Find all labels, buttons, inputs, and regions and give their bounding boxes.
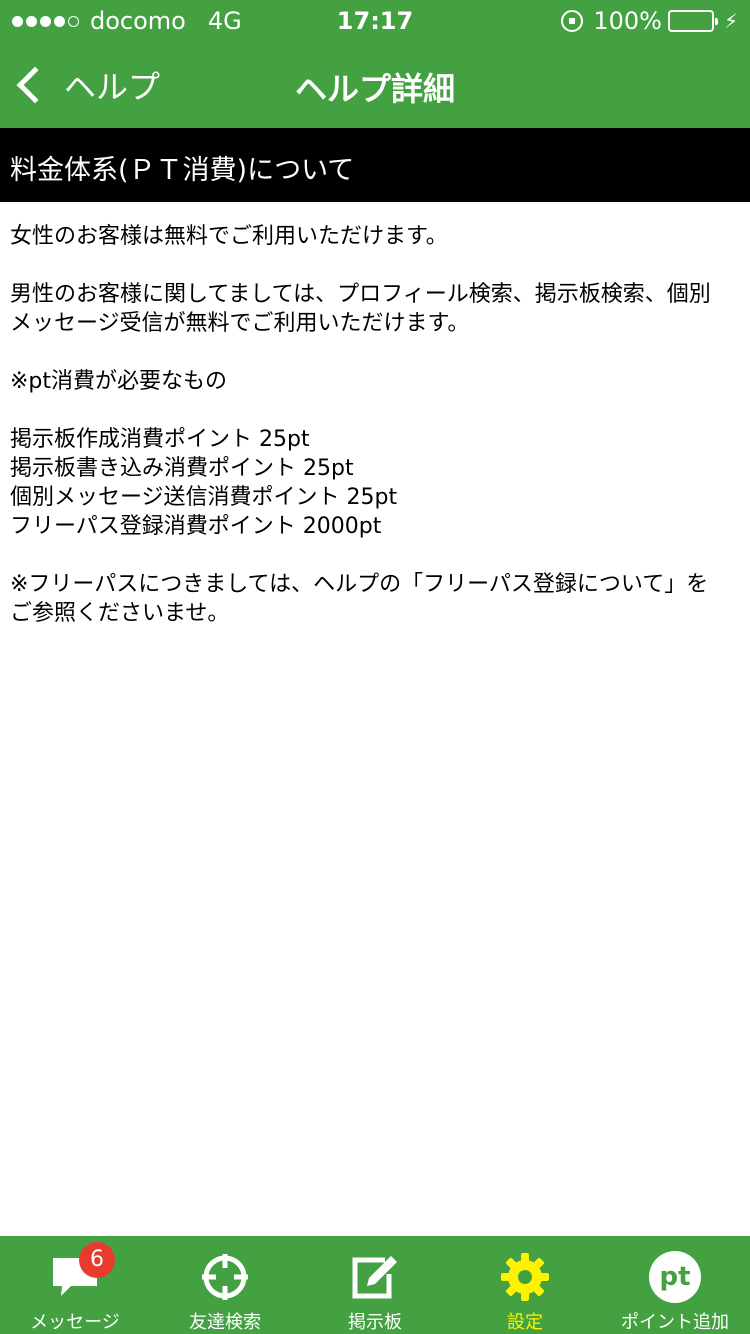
tab-friend-search[interactable]: 友達検索 <box>150 1236 300 1334</box>
section-header: 料金体系(ＰＴ消費)について <box>0 128 750 202</box>
tab-label: ポイント追加 <box>621 1312 729 1333</box>
page-title: ヘルプ詳細 <box>294 70 455 108</box>
rotation-lock-icon <box>561 10 584 32</box>
content-spacer <box>10 541 740 570</box>
tab-message[interactable]: 6 メッセージ <box>0 1236 150 1334</box>
charging-icon: ⚡ <box>723 9 738 33</box>
crosshair-icon <box>195 1248 255 1306</box>
content-spacer <box>10 396 740 425</box>
content-spacer <box>10 251 740 280</box>
unread-badge: 6 <box>79 1242 115 1278</box>
content-line: メッセージ受信が無料でご利用いただけます。 <box>10 311 470 336</box>
pt-icon-text: pt <box>649 1251 701 1303</box>
content-line: フリーパス登録消費ポイント 2000pt <box>10 514 382 539</box>
edit-icon <box>345 1248 405 1306</box>
tab-label: 友達検索 <box>189 1312 261 1333</box>
help-content: 女性のお客様は無料でご利用いただけます。男性のお客様に関してましては、プロフィー… <box>10 222 740 628</box>
content-line: ご参照くださいませ。 <box>10 601 230 626</box>
content-line: ※フリーパスにつきましては、ヘルプの「フリーパス登録について」を <box>10 572 709 597</box>
tab-label: 設定 <box>507 1312 543 1333</box>
status-bar: docomo 4G 17:17 100% ⚡ <box>0 0 750 40</box>
pt-icon: pt <box>645 1248 705 1306</box>
content-spacer <box>10 338 740 367</box>
content-line: ※pt消費が必要なもの <box>10 369 228 394</box>
content-line: 男性のお客様に関してましては、プロフィール検索、掲示板検索、個別 <box>10 282 711 307</box>
tab-label: 掲示板 <box>348 1312 402 1333</box>
content-line: 女性のお客様は無料でご利用いただけます。 <box>10 224 448 249</box>
battery-percent: 100% <box>593 7 662 35</box>
status-right: 100% ⚡ <box>561 7 738 35</box>
tab-add-points[interactable]: pt ポイント追加 <box>600 1236 750 1334</box>
content-line: 掲示板書き込み消費ポイント 25pt <box>10 456 354 481</box>
content-line: 個別メッセージ送信消費ポイント 25pt <box>10 485 398 510</box>
message-icon: 6 <box>45 1242 115 1306</box>
gear-icon <box>495 1248 555 1306</box>
battery-icon <box>667 10 718 32</box>
tab-bar: 6 メッセージ 友達検索 掲示板 設定 pt ポイント追加 <box>0 1236 750 1334</box>
content-line: 掲示板作成消費ポイント 25pt <box>10 427 310 452</box>
tab-settings[interactable]: 設定 <box>450 1236 600 1334</box>
tab-label: メッセージ <box>30 1312 120 1333</box>
tab-bulletin-board[interactable]: 掲示板 <box>300 1236 450 1334</box>
navigation-bar: ヘルプ ヘルプ詳細 <box>0 40 750 128</box>
